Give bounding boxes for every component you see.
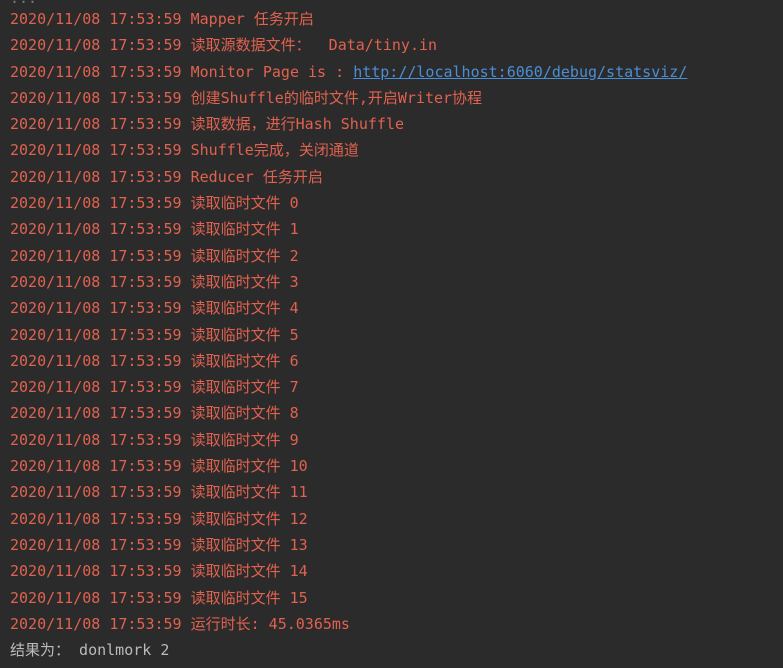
log-message: 读取临时文件 12 [190,509,308,528]
log-timestamp: 2020/11/08 17:53:59 [10,457,182,476]
log-message: 读取临时文件 8 [190,404,299,423]
log-line: 2020/11/08 17:53:59 读取临时文件 2 [10,243,783,269]
log-line: 2020/11/08 17:53:59 读取临时文件 15 [10,585,783,611]
log-line: 2020/11/08 17:53:59 读取临时文件 11 [10,479,783,505]
log-message: 读取临时文件 9 [190,430,299,449]
log-line: 2020/11/08 17:53:59 读取临时文件 12 [10,506,783,532]
log-timestamp: 2020/11/08 17:53:59 [10,299,182,318]
log-timestamp: 2020/11/08 17:53:59 [10,325,182,344]
log-line: 2020/11/08 17:53:59 创建Shuffle的临时文件,开启Wri… [10,85,783,111]
log-timestamp: 2020/11/08 17:53:59 [10,62,182,81]
console-output[interactable]: 2020/11/08 17:53:59 Mapper 任务开启 2020/11/0… [10,6,783,663]
log-timestamp: 2020/11/08 17:53:59 [10,88,182,107]
log-message: 读取临时文件 15 [190,588,308,607]
log-line: 2020/11/08 17:53:59 读取临时文件 1 [10,216,783,242]
log-message: 读取临时文件 6 [190,351,299,370]
log-message: 读取临时文件 4 [190,299,299,318]
result-value: donlmork 2 [70,641,170,660]
log-timestamp: 2020/11/08 17:53:59 [10,115,182,134]
log-timestamp: 2020/11/08 17:53:59 [10,194,182,213]
log-timestamp: 2020/11/08 17:53:59 [10,404,182,423]
log-message: 读取数据，进行Hash Shuffle [190,115,404,134]
log-timestamp: 2020/11/08 17:53:59 [10,378,182,397]
log-timestamp: 2020/11/08 17:53:59 [10,351,182,370]
log-line: 2020/11/08 17:53:59 Mapper 任务开启 [10,6,783,32]
log-line: 2020/11/08 17:53:59 读取临时文件 13 [10,532,783,558]
log-timestamp: 2020/11/08 17:53:59 [10,562,182,581]
log-message: 读取临时文件 14 [190,562,308,581]
log-message: 读取临时文件 5 [190,325,299,344]
log-line: 2020/11/08 17:53:59 Reducer 任务开启 [10,164,783,190]
log-message: 读取临时文件 10 [190,457,308,476]
log-line: 2020/11/08 17:53:59 读取临时文件 0 [10,190,783,216]
log-message: 读取临时文件 2 [190,246,299,265]
log-line: 2020/11/08 17:53:59 读取临时文件 10 [10,453,783,479]
log-line: 2020/11/08 17:53:59 读取临时文件 9 [10,427,783,453]
log-line: 2020/11/08 17:53:59 Monitor Page is : ht… [10,59,783,85]
log-line: 2020/11/08 17:53:59 读取临时文件 4 [10,295,783,321]
log-timestamp: 2020/11/08 17:53:59 [10,535,182,554]
log-message: 创建Shuffle的临时文件,开启Writer协程 [190,88,483,107]
log-message: Monitor Page is : [190,62,354,81]
log-line: 2020/11/08 17:53:59 读取数据，进行Hash Shuffle [10,111,783,137]
log-timestamp: 2020/11/08 17:53:59 [10,483,182,502]
log-timestamp: 2020/11/08 17:53:59 [10,36,182,55]
log-line: 2020/11/08 17:53:59 读取临时文件 5 [10,322,783,348]
log-message: 读取临时文件 1 [190,220,299,239]
log-message: 读取临时文件 7 [190,378,299,397]
log-line: 2020/11/08 17:53:59 读取临时文件 7 [10,374,783,400]
log-message: Reducer 任务开启 [190,167,323,186]
result-line: 结果为： donlmork 2 [10,637,783,663]
monitor-page-link[interactable]: http://localhost:6060/debug/statsviz/ [353,63,687,81]
log-timestamp: 2020/11/08 17:53:59 [10,246,182,265]
log-line: 2020/11/08 17:53:59 Shuffle完成，关闭通道 [10,137,783,163]
log-line: 2020/11/08 17:53:59 读取临时文件 6 [10,348,783,374]
log-line: 2020/11/08 17:53:59 读取临时文件 3 [10,269,783,295]
log-timestamp: 2020/11/08 17:53:59 [10,509,182,528]
log-line: 2020/11/08 17:53:59 读取源数据文件： Data/tiny.i… [10,32,783,58]
log-line: 2020/11/08 17:53:59 运行时长: 45.0365ms [10,611,783,637]
log-timestamp: 2020/11/08 17:53:59 [10,10,182,28]
log-timestamp: 2020/11/08 17:53:59 [10,220,182,239]
log-message: 读取临时文件 0 [190,194,299,213]
log-message: 运行时长: 45.0365ms [190,614,350,633]
log-line: 2020/11/08 17:53:59 读取临时文件 14 [10,558,783,584]
log-timestamp: 2020/11/08 17:53:59 [10,430,182,449]
log-message: Mapper 任务开启 [190,10,314,28]
log-timestamp: 2020/11/08 17:53:59 [10,272,182,291]
log-timestamp: 2020/11/08 17:53:59 [10,167,182,186]
log-timestamp: 2020/11/08 17:53:59 [10,141,182,160]
log-timestamp: 2020/11/08 17:53:59 [10,588,182,607]
log-message: Shuffle完成，关闭通道 [190,141,359,160]
log-message: 读取临时文件 11 [190,483,308,502]
log-message: 读取临时文件 13 [190,535,308,554]
log-timestamp: 2020/11/08 17:53:59 [10,614,182,633]
log-message: 读取源数据文件： Data/tiny.in [190,36,438,55]
log-line: 2020/11/08 17:53:59 读取临时文件 8 [10,400,783,426]
result-label: 结果为： [10,641,71,660]
log-message: 读取临时文件 3 [190,272,299,291]
